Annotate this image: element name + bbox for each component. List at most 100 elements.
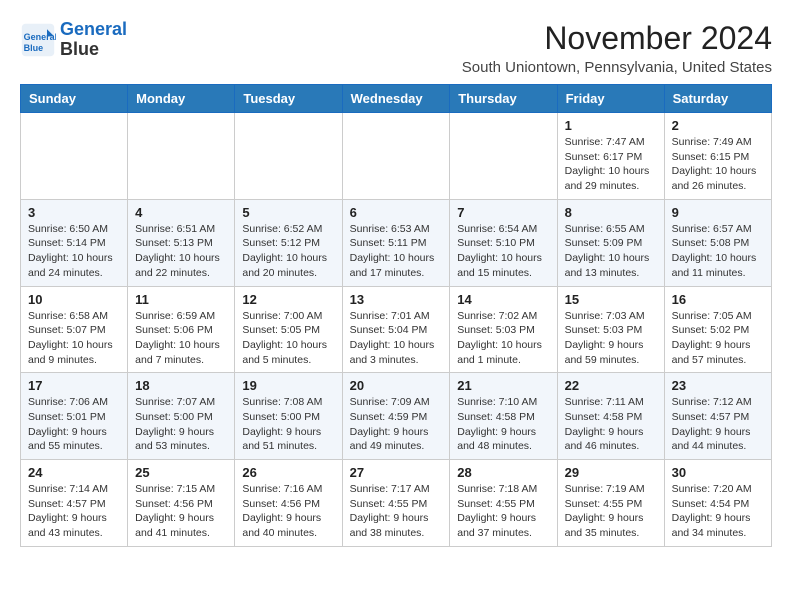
day-cell: 24 Sunrise: 7:14 AM Sunset: 4:57 PM Dayli… (21, 460, 128, 547)
week-row-3: 10Sunrise: 6:58 AM Sunset: 5:07 PM Dayli… (21, 286, 772, 373)
day-number: 27 (350, 465, 443, 480)
day-number: 30 (672, 465, 764, 480)
day-number: 6 (350, 205, 443, 220)
day-cell: 29 Sunrise: 7:19 AM Sunset: 4:55 PM Dayli… (557, 460, 664, 547)
logo-text: GeneralBlue (60, 20, 127, 60)
day-info: Sunrise: 7:18 AM Sunset: 4:55 PM Dayligh… (457, 482, 549, 541)
weekday-row: SundayMondayTuesdayWednesdayThursdayFrid… (21, 85, 772, 113)
day-info: Sunrise: 7:14 AM Sunset: 4:57 PM Dayligh… (28, 482, 120, 541)
day-cell: 11 Sunrise: 6:59 AM Sunset: 5:06 PM Dayli… (128, 286, 235, 373)
day-info: Sunrise: 6:55 AM Sunset: 5:09 PM Dayligh… (565, 222, 657, 281)
day-cell: 5 Sunrise: 6:52 AM Sunset: 5:12 PM Daylig… (235, 199, 342, 286)
week-row-2: 3 Sunrise: 6:50 AM Sunset: 5:14 PM Daylig… (21, 199, 772, 286)
weekday-header-tuesday: Tuesday (235, 85, 342, 113)
day-info: Sunrise: 7:17 AM Sunset: 4:55 PM Dayligh… (350, 482, 443, 541)
day-cell: 15 Sunrise: 7:03 AM Sunset: 5:03 PM Dayli… (557, 286, 664, 373)
day-cell: 7 Sunrise: 6:54 AM Sunset: 5:10 PM Daylig… (450, 199, 557, 286)
day-cell: 9Sunrise: 6:57 AM Sunset: 5:08 PM Daylig… (664, 199, 771, 286)
day-info: Sunrise: 7:08 AM Sunset: 5:00 PM Dayligh… (242, 395, 334, 454)
day-info: Sunrise: 6:50 AM Sunset: 5:14 PM Dayligh… (28, 222, 120, 281)
day-number: 17 (28, 378, 120, 393)
day-cell: 27 Sunrise: 7:17 AM Sunset: 4:55 PM Dayli… (342, 460, 450, 547)
week-row-5: 24 Sunrise: 7:14 AM Sunset: 4:57 PM Dayli… (21, 460, 772, 547)
day-info: Sunrise: 7:20 AM Sunset: 4:54 PM Dayligh… (672, 482, 764, 541)
day-info: Sunrise: 7:16 AM Sunset: 4:56 PM Dayligh… (242, 482, 334, 541)
day-cell: 14Sunrise: 7:02 AM Sunset: 5:03 PM Dayli… (450, 286, 557, 373)
day-cell: 20 Sunrise: 7:09 AM Sunset: 4:59 PM Dayli… (342, 373, 450, 460)
day-number: 14 (457, 292, 549, 307)
day-number: 11 (135, 292, 227, 307)
day-cell: 17 Sunrise: 7:06 AM Sunset: 5:01 PM Dayli… (21, 373, 128, 460)
day-cell (450, 113, 557, 200)
day-number: 29 (565, 465, 657, 480)
day-number: 28 (457, 465, 549, 480)
day-cell: 1 Sunrise: 7:47 AM Sunset: 6:17 PM Daylig… (557, 113, 664, 200)
day-info: Sunrise: 6:52 AM Sunset: 5:12 PM Dayligh… (242, 222, 334, 281)
day-cell: 28 Sunrise: 7:18 AM Sunset: 4:55 PM Dayli… (450, 460, 557, 547)
weekday-header-sunday: Sunday (21, 85, 128, 113)
day-info: Sunrise: 7:01 AM Sunset: 5:04 PM Dayligh… (350, 309, 443, 368)
day-info: Sunrise: 7:00 AM Sunset: 5:05 PM Dayligh… (242, 309, 334, 368)
day-cell (21, 113, 128, 200)
day-cell: 22Sunrise: 7:11 AM Sunset: 4:58 PM Dayli… (557, 373, 664, 460)
week-row-4: 17 Sunrise: 7:06 AM Sunset: 5:01 PM Dayli… (21, 373, 772, 460)
day-number: 5 (242, 205, 334, 220)
day-number: 15 (565, 292, 657, 307)
day-info: Sunrise: 6:53 AM Sunset: 5:11 PM Dayligh… (350, 222, 443, 281)
day-cell (235, 113, 342, 200)
day-info: Sunrise: 7:12 AM Sunset: 4:57 PM Dayligh… (672, 395, 764, 454)
subtitle: South Uniontown, Pennsylvania, United St… (462, 59, 772, 76)
day-number: 4 (135, 205, 227, 220)
day-cell: 12Sunrise: 7:00 AM Sunset: 5:05 PM Dayli… (235, 286, 342, 373)
day-cell: 13 Sunrise: 7:01 AM Sunset: 5:04 PM Dayli… (342, 286, 450, 373)
day-info: Sunrise: 7:03 AM Sunset: 5:03 PM Dayligh… (565, 309, 657, 368)
page-header: General Blue GeneralBlue November 2024 S… (20, 20, 772, 76)
svg-text:Blue: Blue (24, 43, 44, 53)
day-number: 3 (28, 205, 120, 220)
day-info: Sunrise: 7:10 AM Sunset: 4:58 PM Dayligh… (457, 395, 549, 454)
day-number: 24 (28, 465, 120, 480)
weekday-header-saturday: Saturday (664, 85, 771, 113)
day-cell: 19Sunrise: 7:08 AM Sunset: 5:00 PM Dayli… (235, 373, 342, 460)
day-info: Sunrise: 6:59 AM Sunset: 5:06 PM Dayligh… (135, 309, 227, 368)
day-info: Sunrise: 6:54 AM Sunset: 5:10 PM Dayligh… (457, 222, 549, 281)
day-cell: 3 Sunrise: 6:50 AM Sunset: 5:14 PM Daylig… (21, 199, 128, 286)
day-number: 23 (672, 378, 764, 393)
calendar-header: SundayMondayTuesdayWednesdayThursdayFrid… (21, 85, 772, 113)
day-number: 20 (350, 378, 443, 393)
week-row-1: 1 Sunrise: 7:47 AM Sunset: 6:17 PM Daylig… (21, 113, 772, 200)
day-info: Sunrise: 7:07 AM Sunset: 5:00 PM Dayligh… (135, 395, 227, 454)
day-number: 16 (672, 292, 764, 307)
day-info: Sunrise: 7:05 AM Sunset: 5:02 PM Dayligh… (672, 309, 764, 368)
day-info: Sunrise: 7:09 AM Sunset: 4:59 PM Dayligh… (350, 395, 443, 454)
day-info: Sunrise: 7:19 AM Sunset: 4:55 PM Dayligh… (565, 482, 657, 541)
day-cell: 2Sunrise: 7:49 AM Sunset: 6:15 PM Daylig… (664, 113, 771, 200)
day-cell: 8 Sunrise: 6:55 AM Sunset: 5:09 PM Daylig… (557, 199, 664, 286)
weekday-header-thursday: Thursday (450, 85, 557, 113)
day-cell: 10Sunrise: 6:58 AM Sunset: 5:07 PM Dayli… (21, 286, 128, 373)
logo: General Blue GeneralBlue (20, 20, 127, 60)
day-info: Sunrise: 7:47 AM Sunset: 6:17 PM Dayligh… (565, 135, 657, 194)
day-number: 10 (28, 292, 120, 307)
day-number: 8 (565, 205, 657, 220)
day-number: 2 (672, 118, 764, 133)
day-cell: 26Sunrise: 7:16 AM Sunset: 4:56 PM Dayli… (235, 460, 342, 547)
day-number: 22 (565, 378, 657, 393)
day-cell: 21Sunrise: 7:10 AM Sunset: 4:58 PM Dayli… (450, 373, 557, 460)
day-number: 18 (135, 378, 227, 393)
day-number: 13 (350, 292, 443, 307)
day-number: 9 (672, 205, 764, 220)
logo-icon: General Blue (20, 22, 56, 58)
weekday-header-monday: Monday (128, 85, 235, 113)
day-info: Sunrise: 6:51 AM Sunset: 5:13 PM Dayligh… (135, 222, 227, 281)
title-area: November 2024 South Uniontown, Pennsylva… (462, 20, 772, 76)
day-info: Sunrise: 7:06 AM Sunset: 5:01 PM Dayligh… (28, 395, 120, 454)
day-cell (342, 113, 450, 200)
day-number: 7 (457, 205, 549, 220)
day-cell: 23 Sunrise: 7:12 AM Sunset: 4:57 PM Dayli… (664, 373, 771, 460)
weekday-header-wednesday: Wednesday (342, 85, 450, 113)
day-number: 25 (135, 465, 227, 480)
day-cell: 25Sunrise: 7:15 AM Sunset: 4:56 PM Dayli… (128, 460, 235, 547)
day-number: 1 (565, 118, 657, 133)
day-cell: 6 Sunrise: 6:53 AM Sunset: 5:11 PM Daylig… (342, 199, 450, 286)
